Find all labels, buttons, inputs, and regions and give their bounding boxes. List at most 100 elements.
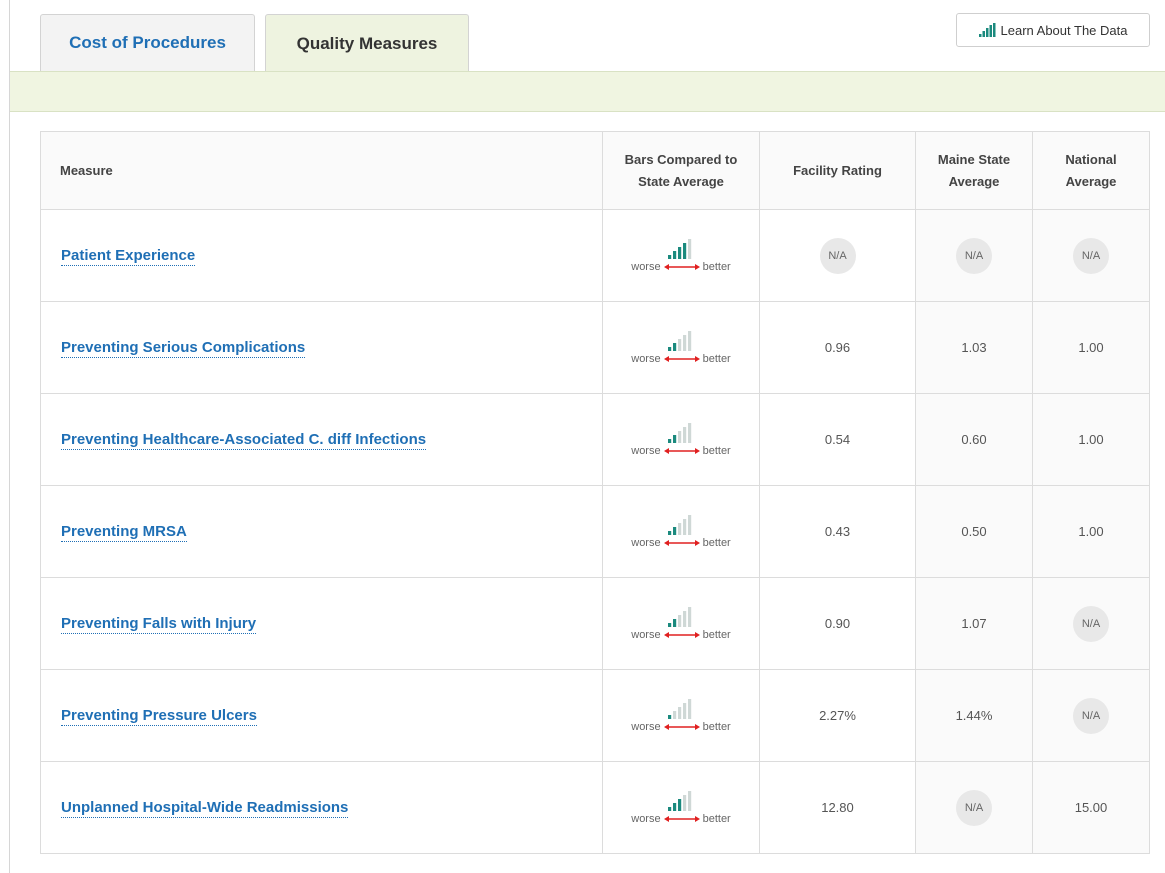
measure-link[interactable]: Unplanned Hospital-Wide Readmissions [61,799,349,818]
rating-bar-empty [678,522,682,535]
table-row: Preventing Falls with Injury worse better 0… [40,577,1150,670]
rating-bar-filled [668,806,672,811]
state-average-cell: 0.60 [915,393,1033,486]
measure-link[interactable]: Preventing MRSA [61,523,187,542]
value-text: 0.90 [824,616,851,631]
value-text: 15.00 [1074,800,1108,815]
state-average-cell: N/A [915,761,1033,854]
na-badge: N/A [1073,697,1109,734]
rating-bar-empty [683,426,687,443]
rating-bars-icon [668,330,692,351]
measure-link[interactable]: Preventing Pressure Ulcers [61,707,257,726]
na-badge: N/A [956,789,992,826]
tab-quality-measures[interactable]: Quality Measures [265,14,469,72]
facility-rating-cell: 0.43 [759,485,916,578]
value-text: 0.60 [961,432,987,447]
national-average-cell: 1.00 [1032,485,1150,578]
double-arrow-icon [663,631,700,638]
rating-bar-filled [678,246,682,259]
value-text: 1.00 [1078,432,1104,447]
scale-worse-label: worse [631,536,661,549]
rating-bar-filled [668,714,672,719]
measure-cell: Preventing Falls with Injury [40,577,603,670]
measure-link[interactable]: Preventing Serious Complications [61,339,306,358]
scale-better-label: better [702,812,731,825]
measure-cell: Preventing Healthcare-Associated C. diff… [40,393,603,486]
state-average-cell: 1.03 [915,301,1033,394]
bars-cell: worse better [602,301,760,394]
double-arrow-icon [663,447,700,454]
rating-bar-empty [678,706,682,719]
national-average-cell: N/A [1032,669,1150,762]
page-left-rule [9,0,10,873]
rating-bar-empty [688,698,692,719]
rating-bar-empty [683,702,687,719]
facility-rating-cell: 2.27% [759,669,916,762]
rating-bar-filled [668,346,672,351]
na-badge: N/A [819,237,856,274]
scale-worse-label: worse [631,444,661,457]
rating-bar-empty [688,422,692,443]
rating-bars-icon [668,514,692,535]
state-average-cell: 1.44% [915,669,1033,762]
rating-bar-filled [683,242,687,259]
rating-bar-filled [673,802,677,811]
scale-better-label: better [702,720,731,733]
header-national-average: National Average [1032,131,1150,210]
measure-link[interactable]: Preventing Healthcare-Associated C. diff… [61,431,427,450]
measure-link[interactable]: Preventing Falls with Injury [61,615,257,634]
rating-bar-empty [678,338,682,351]
scale-better-label: better [702,536,731,549]
rating-bar-empty [688,238,692,259]
scale-better-label: better [702,628,731,641]
rating-bar-filled [673,250,677,259]
national-average-cell: 1.00 [1032,301,1150,394]
value-text: 2.27% [819,708,856,723]
bars-cell: worse better [602,485,760,578]
rating-bar-empty [688,606,692,627]
scale-worse-label: worse [631,720,661,733]
double-arrow-icon [663,355,700,362]
double-arrow-icon [663,815,700,822]
table-row: Unplanned Hospital-Wide Readmissions wors… [40,761,1150,854]
rating-bars-icon [668,698,692,719]
scale-worse-label: worse [631,352,661,365]
measure-link[interactable]: Patient Experience [61,247,196,266]
table-row: Preventing MRSA worse better 0.43 0.50 1.00 [40,485,1150,578]
double-arrow-icon [663,539,700,546]
worse-better-scale: worse better [631,721,730,733]
worse-better-scale: worse better [631,445,730,457]
worse-better-scale: worse better [631,629,730,641]
national-average-cell: N/A [1032,577,1150,670]
rating-bar-filled [668,438,672,443]
learn-about-data-label: Learn About The Data [1000,22,1128,38]
rating-bars-icon [668,790,692,811]
rating-bar-empty [678,614,682,627]
learn-about-data-button[interactable]: Learn About The Data [956,13,1150,47]
rating-bar-filled [668,254,672,259]
value-text: 0.54 [824,432,851,447]
header-state-average: Maine State Average [915,131,1033,210]
measure-cell: Preventing Pressure Ulcers [40,669,603,762]
tab-cost-of-procedures[interactable]: Cost of Procedures [40,14,255,71]
na-badge: N/A [1073,237,1109,274]
scale-worse-label: worse [631,812,661,825]
measure-cell: Patient Experience [40,209,603,302]
signal-bars-icon [978,23,996,37]
value-text: 1.44% [955,708,993,723]
bars-cell: worse better [602,669,760,762]
value-text: 1.00 [1078,340,1104,355]
state-average-cell: 1.07 [915,577,1033,670]
rating-bar-filled [673,526,677,535]
rating-bar-filled [668,622,672,627]
table-row: Preventing Healthcare-Associated C. diff… [40,393,1150,486]
bars-cell: worse better [602,761,760,854]
worse-better-scale: worse better [631,261,730,273]
rating-bars-icon [668,422,692,443]
rating-bar-empty [683,610,687,627]
value-text: 1.00 [1078,524,1104,539]
state-average-cell: N/A [915,209,1033,302]
na-badge: N/A [956,237,992,274]
rating-bar-filled [678,798,682,811]
measure-cell: Preventing Serious Complications [40,301,603,394]
